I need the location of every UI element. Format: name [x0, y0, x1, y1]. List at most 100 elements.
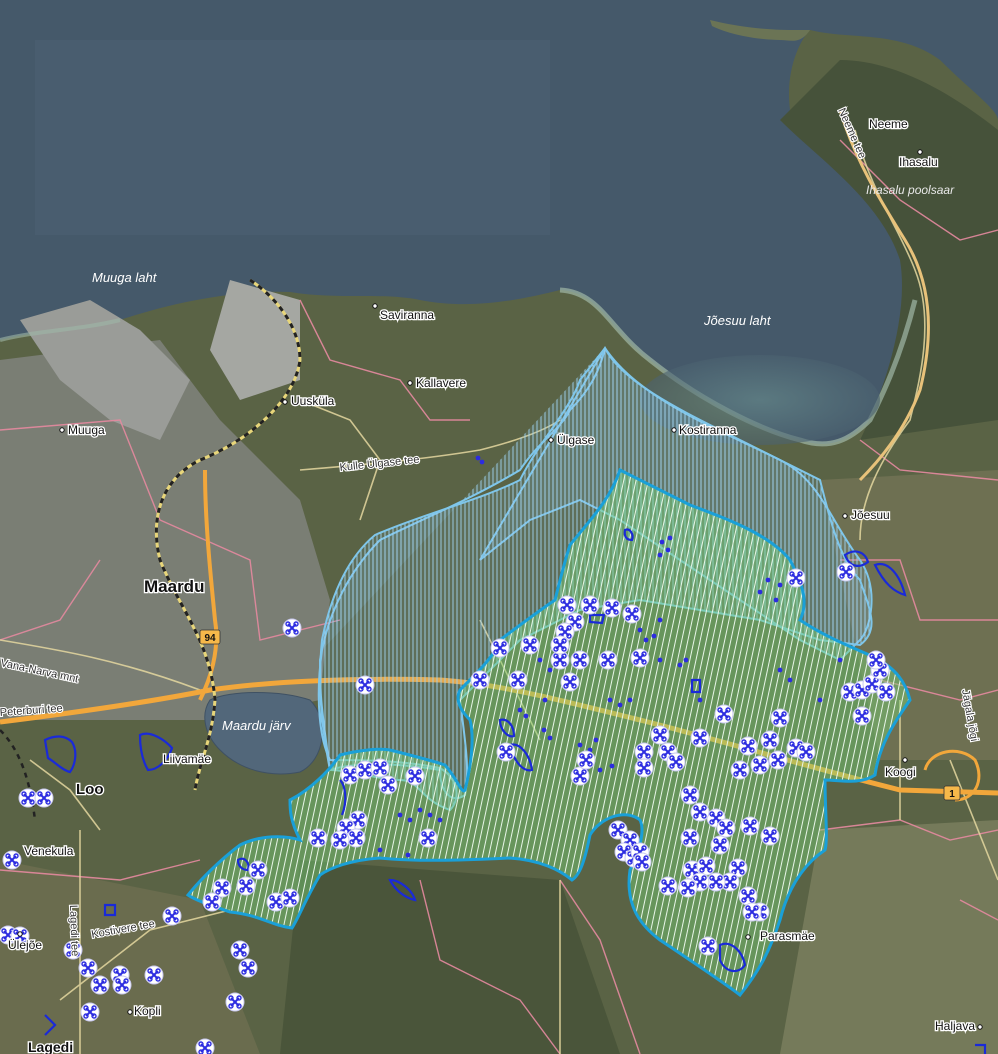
- heritage-site-icon[interactable]: [508, 670, 528, 690]
- heritage-site-icon[interactable]: [680, 785, 700, 805]
- heritage-site-icon[interactable]: [2, 850, 22, 870]
- heritage-site-icon[interactable]: [658, 876, 678, 896]
- heritage-site-icon[interactable]: [248, 860, 268, 880]
- place-muuga: Muuga: [68, 423, 105, 437]
- place-saviranna: Saviranna: [380, 308, 434, 322]
- heritage-site-icon[interactable]: [738, 886, 758, 906]
- heritage-site-icon[interactable]: [230, 940, 250, 960]
- heritage-site-icon[interactable]: [698, 936, 718, 956]
- heritage-site-icon[interactable]: [576, 750, 596, 770]
- site-dot: [817, 697, 823, 703]
- heritage-site-icon[interactable]: [18, 788, 38, 808]
- heritage-site-icon[interactable]: [580, 595, 600, 615]
- heritage-site-icon[interactable]: [496, 742, 516, 762]
- heritage-site-icon[interactable]: [622, 604, 642, 624]
- water-label-ihasalu-poolsaar: Ihasalu poolsaar: [866, 183, 955, 197]
- heritage-site-icon[interactable]: [742, 902, 762, 922]
- heritage-site-icon[interactable]: [852, 706, 872, 726]
- heritage-site-icon[interactable]: [162, 906, 182, 926]
- heritage-site-icon[interactable]: [710, 835, 730, 855]
- heritage-site-icon[interactable]: [760, 826, 780, 846]
- site-dot: [377, 847, 383, 853]
- heritage-site-icon[interactable]: [195, 1038, 215, 1054]
- heritage-site-icon[interactable]: [796, 742, 816, 762]
- heritage-site-icon[interactable]: [760, 730, 780, 750]
- heritage-site-icon[interactable]: [690, 728, 710, 748]
- heritage-site-icon[interactable]: [738, 736, 758, 756]
- heritage-site-icon[interactable]: [836, 562, 856, 582]
- heritage-site-icon[interactable]: [346, 828, 366, 848]
- heritage-site-icon[interactable]: [370, 758, 390, 778]
- site-dot: [657, 657, 663, 663]
- heritage-site-icon[interactable]: [78, 958, 98, 978]
- site-dot: [547, 735, 553, 741]
- heritage-site-icon[interactable]: [520, 635, 540, 655]
- heritage-site-icon[interactable]: [355, 675, 375, 695]
- heritage-site-icon[interactable]: [378, 775, 398, 795]
- heritage-site-icon[interactable]: [90, 975, 110, 995]
- heritage-site-icon[interactable]: [112, 975, 132, 995]
- heritage-site-icon[interactable]: [750, 755, 770, 775]
- heritage-site-icon[interactable]: [770, 708, 790, 728]
- heritage-site-icon[interactable]: [650, 725, 670, 745]
- site-dot: [517, 707, 523, 713]
- heritage-site-icon[interactable]: [706, 872, 726, 892]
- site-dot: [593, 737, 599, 743]
- heritage-site-icon[interactable]: [330, 830, 350, 850]
- map-canvas[interactable]: 94 1 Muuga laht Jõesuu laht Maardu järv …: [0, 0, 998, 1054]
- route-shield-1: 1: [943, 785, 961, 801]
- heritage-site-icon[interactable]: [666, 752, 686, 772]
- site-dot: [609, 763, 615, 769]
- site-dot: [547, 667, 553, 673]
- heritage-site-icon[interactable]: [866, 650, 886, 670]
- heritage-site-icon[interactable]: [740, 816, 760, 836]
- heritage-site-icon[interactable]: [550, 635, 570, 655]
- place-loo: Loo: [76, 781, 104, 798]
- heritage-site-icon[interactable]: [490, 638, 510, 658]
- heritage-site-icon[interactable]: [238, 958, 258, 978]
- heritage-site-icon[interactable]: [144, 965, 164, 985]
- heritage-site-icon[interactable]: [690, 802, 710, 822]
- heritage-site-icon[interactable]: [768, 750, 788, 770]
- heritage-site-icon[interactable]: [225, 992, 245, 1012]
- site-dot: [537, 657, 543, 663]
- heritage-site-icon[interactable]: [730, 760, 750, 780]
- heritage-site-icon[interactable]: [602, 598, 622, 618]
- heritage-site-icon[interactable]: [80, 1002, 100, 1022]
- heritage-site-icon[interactable]: [632, 852, 652, 872]
- place-haljava: Haljava: [935, 1019, 975, 1033]
- heritage-site-icon[interactable]: [236, 876, 256, 896]
- heritage-site-icon[interactable]: [680, 828, 700, 848]
- heritage-site-icon[interactable]: [876, 682, 896, 702]
- heritage-site-icon[interactable]: [786, 568, 806, 588]
- heritage-site-icon[interactable]: [308, 828, 328, 848]
- heritage-site-icon[interactable]: [716, 818, 736, 838]
- heritage-site-icon[interactable]: [405, 766, 425, 786]
- heritage-site-icon[interactable]: [598, 650, 618, 670]
- place-joesuu: Jõesuu: [851, 508, 890, 522]
- heritage-site-icon[interactable]: [34, 788, 54, 808]
- heritage-site-icon[interactable]: [570, 766, 590, 786]
- heritage-site-icon[interactable]: [696, 856, 716, 876]
- heritage-site-icon[interactable]: [678, 878, 698, 898]
- heritage-site-icon[interactable]: [280, 888, 300, 908]
- site-dot: [683, 657, 689, 663]
- water-label-joesuu-laht: Jõesuu laht: [703, 313, 772, 328]
- heritage-site-icon[interactable]: [282, 618, 302, 638]
- heritage-site-icon[interactable]: [714, 704, 734, 724]
- heritage-site-icon[interactable]: [634, 758, 654, 778]
- heritage-site-icon[interactable]: [570, 650, 590, 670]
- heritage-site-icon[interactable]: [560, 672, 580, 692]
- heritage-site-icon[interactable]: [630, 648, 650, 668]
- heritage-site-icon[interactable]: [557, 595, 577, 615]
- heritage-site-icon[interactable]: [202, 892, 222, 912]
- heritage-site-icon[interactable]: [418, 828, 438, 848]
- heritage-site-icon[interactable]: [634, 742, 654, 762]
- heritage-site-icon[interactable]: [470, 670, 490, 690]
- site-dot: [437, 817, 443, 823]
- map-viewport[interactable]: 94 1 Muuga laht Jõesuu laht Maardu järv …: [0, 0, 998, 1054]
- site-dot: [479, 459, 485, 465]
- place-lagedi: Lagedi: [28, 1039, 73, 1054]
- site-dot: [523, 713, 529, 719]
- site-dot: [643, 637, 649, 643]
